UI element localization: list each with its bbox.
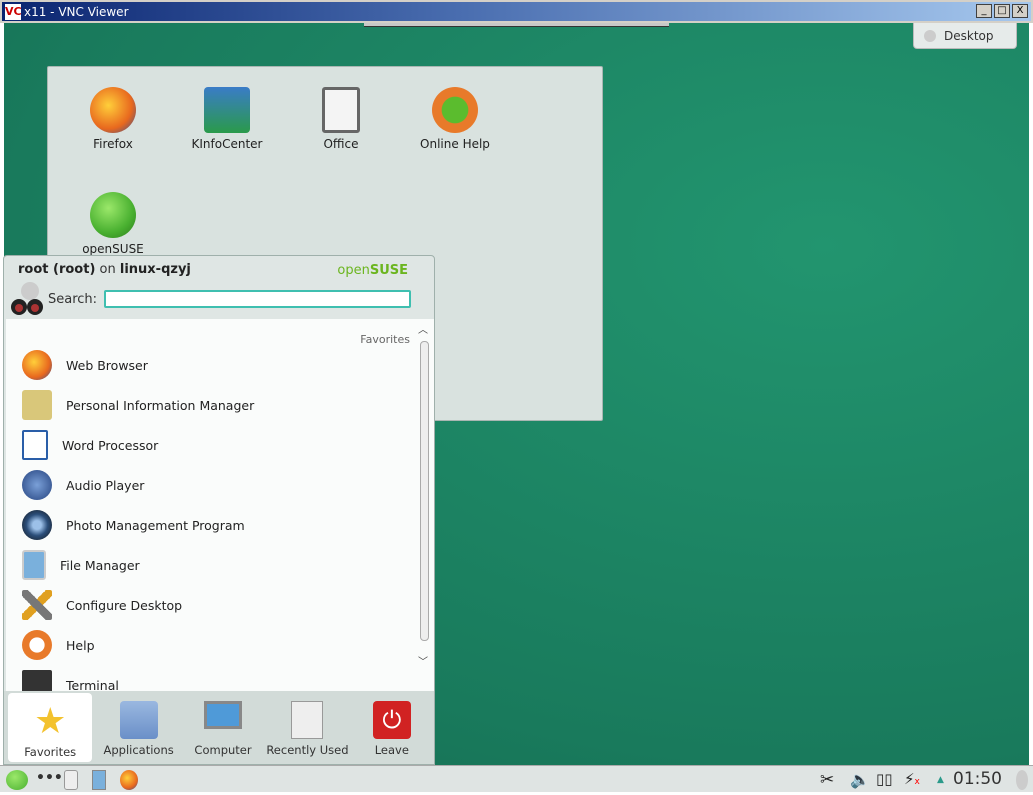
list-item-terminal[interactable]: Terminal [6,665,416,691]
tab-applications[interactable]: Applications [96,691,180,764]
desktop-icon-opensuse[interactable]: openSUSE [58,192,168,256]
scrollbar-thumb[interactable] [420,341,429,641]
desktop-toolbox-button[interactable]: Desktop [913,23,1017,49]
list-item-word-processor[interactable]: Word Processor [6,425,416,465]
kinfocenter-icon [204,87,250,133]
amarok-icon [22,470,52,500]
binoculars-icon [8,281,46,317]
tab-favorites[interactable]: ★ Favorites [8,693,93,762]
scrollbar[interactable]: ︿ ﹀ [418,325,430,687]
desktop-icon-office[interactable]: Office [286,87,396,151]
tools-icon [22,590,52,620]
panel-toolbox-icon[interactable] [1016,770,1028,790]
file-cabinet-icon [22,550,46,580]
kickoff-menu: root (root) on linux-qzyj openSUSE Searc… [3,255,435,765]
tab-leave[interactable]: ⏻ Leave [350,691,434,764]
list-item-file-manager[interactable]: File Manager [6,545,416,585]
top-panel-edge [364,23,669,27]
terminal-icon [22,670,52,691]
vnc-logo-icon: VC [5,3,22,20]
expand-tray-icon[interactable]: ▲ [937,775,944,795]
lifebuoy-icon [432,87,478,133]
opensuse-icon [90,192,136,238]
firefox-icon [22,350,52,380]
more-dots-icon[interactable]: ••• [36,770,63,790]
favorites-list: Favorites Web Browser Personal Informati… [6,319,434,691]
power-icon: ⏻ [372,701,411,739]
kontact-icon [22,390,52,420]
search-label: Search: [48,292,98,307]
file-manager-icon[interactable] [92,770,106,790]
minimize-button[interactable]: _ [976,4,992,18]
computer-icon [204,701,243,729]
scroll-up-icon[interactable]: ︿ [418,321,428,336]
star-icon: ★ [34,701,67,742]
tab-recently-used[interactable]: Recently Used [265,691,349,764]
scissors-icon[interactable]: ✂ [820,770,834,790]
taskbar: ••• ✂ 🔈 ▯▯ ⚡x ▲ 01:50 [0,765,1033,792]
window-title: x11 - VNC Viewer [24,4,129,19]
network-disconnected-icon[interactable]: ⚡x [904,770,920,790]
list-item-help[interactable]: Help [6,625,416,665]
vnc-title-bar: VC x11 - VNC Viewer _ □ X [0,0,1033,23]
desktop-icon-online-help[interactable]: Online Help [400,87,510,151]
device-notifier-icon[interactable]: ▯▯ [876,770,893,790]
clock[interactable]: 01:50 [953,769,1002,789]
list-item-audio-player[interactable]: Audio Player [6,465,416,505]
opensuse-logo: openSUSE [337,263,408,278]
list-item-pim[interactable]: Personal Information Manager [6,385,416,425]
user-info: root (root) on linux-qzyj [18,262,191,277]
clock-document-icon [291,701,324,739]
list-item-web-browser[interactable]: Web Browser [6,345,416,385]
search-input[interactable] [104,290,411,308]
tab-computer[interactable]: Computer [181,691,265,764]
camera-lens-icon [22,510,52,540]
desktop-icon-kinfocenter[interactable]: KInfoCenter [172,87,282,151]
volume-icon[interactable]: 🔈 [850,770,870,790]
maximize-button[interactable]: □ [994,4,1010,18]
pager-icon[interactable] [64,770,78,790]
office-icon [322,87,360,133]
scroll-down-icon[interactable]: ﹀ [418,653,428,668]
list-item-photo-management[interactable]: Photo Management Program [6,505,416,545]
firefox-icon [90,87,136,133]
firefox-icon[interactable] [120,770,138,790]
desktop-icon-firefox[interactable]: Firefox [58,87,168,151]
close-button[interactable]: X [1012,4,1028,18]
writer-icon [22,430,48,460]
application-launcher-icon[interactable] [6,770,28,790]
lifebuoy-icon [22,630,52,660]
menu-tabs: ★ Favorites Applications Computer Recentl… [4,691,434,764]
applications-icon [119,701,158,739]
cashew-icon [924,29,936,42]
list-item-configure-desktop[interactable]: Configure Desktop [6,585,416,625]
